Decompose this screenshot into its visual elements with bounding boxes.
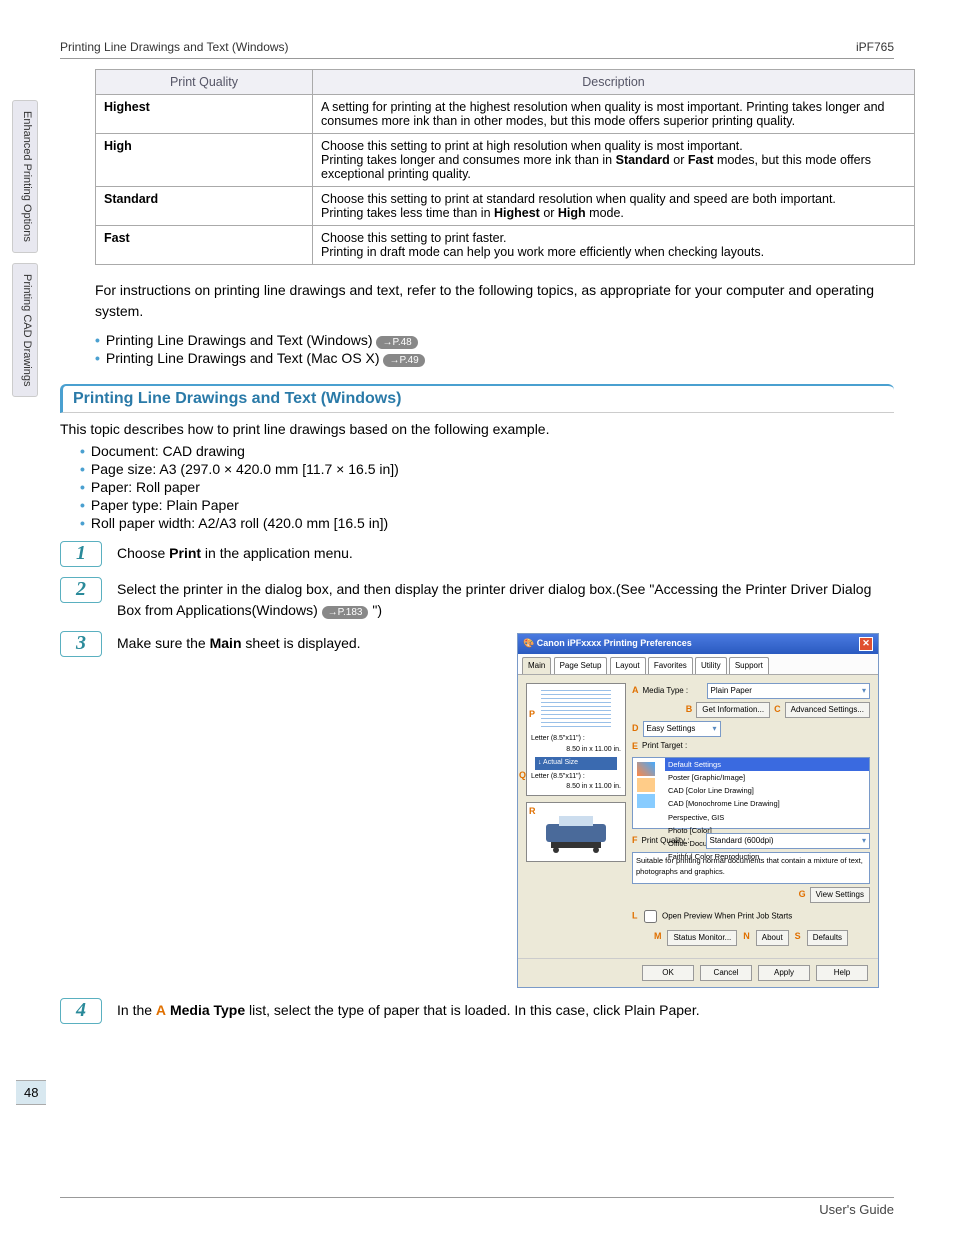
ok-button[interactable]: OK	[642, 965, 694, 981]
open-preview-checkbox[interactable]	[644, 910, 657, 923]
page-ref[interactable]: →P.48	[376, 336, 417, 349]
table-row: Highest A setting for printing at the hi…	[96, 95, 915, 134]
get-information-button[interactable]: Get Information...	[696, 702, 770, 718]
header-right: iPF765	[856, 40, 894, 54]
example-list: •Document: CAD drawing •Page size: A3 (2…	[80, 443, 894, 531]
printing-preferences-dialog: 🎨 Canon iPFxxxx Printing Preferences ✕ M…	[517, 633, 879, 988]
tab-main[interactable]: Main	[522, 657, 551, 674]
page-ref[interactable]: →P.183	[322, 606, 369, 619]
printer-preview: R	[526, 802, 626, 862]
step-2: 2 Select the printer in the dialog box, …	[60, 577, 894, 621]
side-tab-enhanced[interactable]: Enhanced Printing Options	[12, 100, 38, 253]
badge-p-icon: P	[529, 708, 535, 722]
badge-g-icon: G	[799, 888, 806, 902]
footer: User's Guide	[60, 1197, 894, 1217]
badge-f-icon: F	[632, 834, 638, 848]
media-type-select[interactable]: Plain Paper	[707, 683, 871, 699]
side-tabs: Enhanced Printing Options Printing CAD D…	[12, 100, 38, 407]
link-macosx[interactable]: Printing Line Drawings and Text (Mac OS …	[106, 350, 380, 366]
section-intro: This topic describes how to print line d…	[60, 421, 894, 437]
link-list: •Printing Line Drawings and Text (Window…	[95, 332, 894, 366]
badge-b-icon: B	[686, 703, 693, 717]
badge-s-icon: S	[795, 930, 801, 946]
intro-text: For instructions on printing line drawin…	[95, 280, 894, 322]
dialog-titlebar[interactable]: 🎨 Canon iPFxxxx Printing Preferences ✕	[518, 634, 878, 654]
th-desc: Description	[313, 70, 915, 95]
tab-utility[interactable]: Utility	[695, 657, 727, 674]
step-number-icon: 2	[60, 577, 102, 603]
page-number: 48	[16, 1080, 46, 1105]
table-row: High Choose this setting to print at hig…	[96, 134, 915, 187]
view-settings-button[interactable]: View Settings	[810, 887, 870, 903]
side-tab-cad[interactable]: Printing CAD Drawings	[12, 263, 38, 397]
letter-a-icon: A	[156, 1000, 166, 1021]
status-monitor-button[interactable]: Status Monitor...	[667, 930, 737, 946]
tab-layout[interactable]: Layout	[610, 657, 646, 674]
step-number-icon: 1	[60, 541, 102, 567]
close-icon[interactable]: ✕	[859, 637, 873, 651]
tab-support[interactable]: Support	[729, 657, 769, 674]
defaults-button[interactable]: Defaults	[807, 930, 848, 946]
header-left: Printing Line Drawings and Text (Windows…	[60, 40, 289, 54]
advanced-settings-button[interactable]: Advanced Settings...	[785, 702, 870, 718]
easy-settings-select[interactable]: Easy Settings	[643, 721, 721, 737]
print-target-list[interactable]: Default Settings Poster [Graphic/Image] …	[632, 757, 870, 829]
apply-button[interactable]: Apply	[758, 965, 810, 981]
badge-l-icon: L	[632, 910, 638, 920]
section-heading: Printing Line Drawings and Text (Windows…	[60, 384, 894, 413]
badge-e-icon: E	[632, 740, 638, 754]
description-box: Suitable for printing normal documents t…	[632, 852, 870, 884]
step-number-icon: 3	[60, 631, 102, 657]
table-row: Standard Choose this setting to print at…	[96, 187, 915, 226]
printer-icon	[541, 814, 611, 854]
help-button[interactable]: Help	[816, 965, 868, 981]
step-number-icon: 4	[60, 998, 102, 1024]
table-row: Fast Choose this setting to print faster…	[96, 226, 915, 265]
about-button[interactable]: About	[756, 930, 789, 946]
page-preview: P Q Letter (8.5"x11") : 8.50 in x 11.00 …	[526, 683, 626, 796]
tab-page-setup[interactable]: Page Setup	[554, 657, 608, 674]
th-quality: Print Quality	[96, 70, 313, 95]
badge-n-icon: N	[743, 930, 750, 946]
page-header: Printing Line Drawings and Text (Windows…	[60, 40, 894, 59]
badge-m-icon: M	[654, 930, 662, 946]
badge-a-icon: A	[632, 684, 639, 698]
badge-q-icon: Q	[519, 769, 526, 783]
link-windows[interactable]: Printing Line Drawings and Text (Windows…	[106, 332, 373, 348]
tab-favorites[interactable]: Favorites	[648, 657, 693, 674]
badge-d-icon: D	[632, 722, 639, 736]
print-quality-select[interactable]: Standard (600dpi)	[706, 833, 871, 849]
step-3: 3 Make sure the Main sheet is displayed.…	[60, 631, 894, 988]
cancel-button[interactable]: Cancel	[700, 965, 752, 981]
badge-c-icon: C	[774, 703, 781, 717]
dialog-tabs: Main Page Setup Layout Favorites Utility…	[518, 654, 878, 675]
step-1: 1 Choose Print in the application menu.	[60, 541, 894, 567]
step-4: 4 In the A Media Type list, select the t…	[60, 998, 894, 1024]
badge-r-icon: R	[529, 805, 536, 819]
print-quality-table: Print Quality Description Highest A sett…	[95, 69, 915, 265]
page-ref[interactable]: →P.49	[383, 354, 424, 367]
